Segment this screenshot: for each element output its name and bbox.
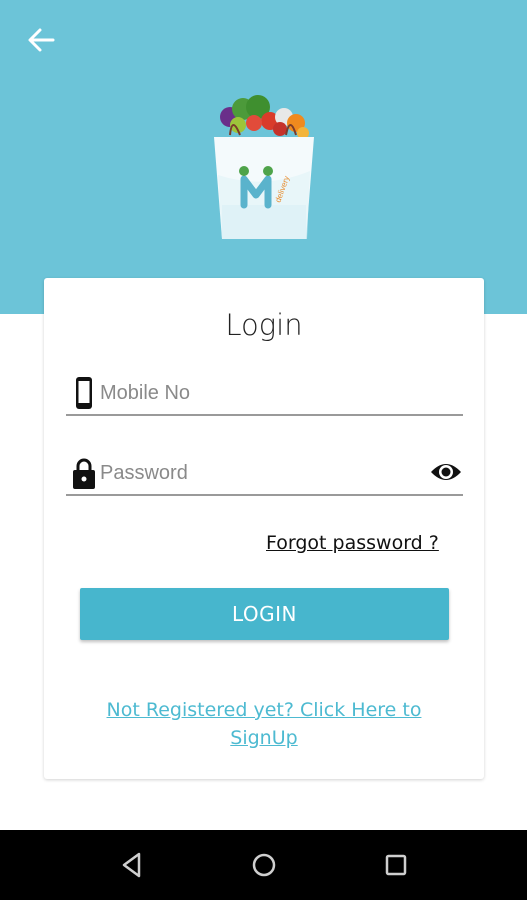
system-nav-bar xyxy=(0,830,527,900)
app-logo: delivery xyxy=(208,95,320,241)
shopping-bag-logo: delivery xyxy=(214,95,314,239)
login-button[interactable]: LOGIN xyxy=(80,588,449,640)
signup-link[interactable]: Not Registered yet? Click Here to SignUp xyxy=(84,696,444,752)
square-recents-icon[interactable] xyxy=(381,850,411,880)
signup-link-line1: Not Registered yet? Click Here to xyxy=(106,699,422,721)
mobile-field xyxy=(66,372,463,416)
password-field xyxy=(66,452,463,496)
forgot-password-link[interactable]: Forgot password ? xyxy=(266,532,439,554)
lock-icon xyxy=(73,458,95,489)
signup-link-line2: SignUp xyxy=(230,727,298,749)
login-card: Login Forgot password ? LOGIN Not Regist… xyxy=(44,278,484,779)
back-button[interactable] xyxy=(24,24,58,56)
password-input[interactable] xyxy=(100,456,420,490)
arrow-left-icon xyxy=(28,28,55,52)
circle-home-icon[interactable] xyxy=(249,850,279,880)
mobile-input[interactable] xyxy=(100,376,420,410)
triangle-back-icon[interactable] xyxy=(117,850,147,880)
smartphone-icon xyxy=(76,377,92,409)
login-title: Login xyxy=(225,308,303,342)
eye-icon[interactable] xyxy=(429,458,463,486)
